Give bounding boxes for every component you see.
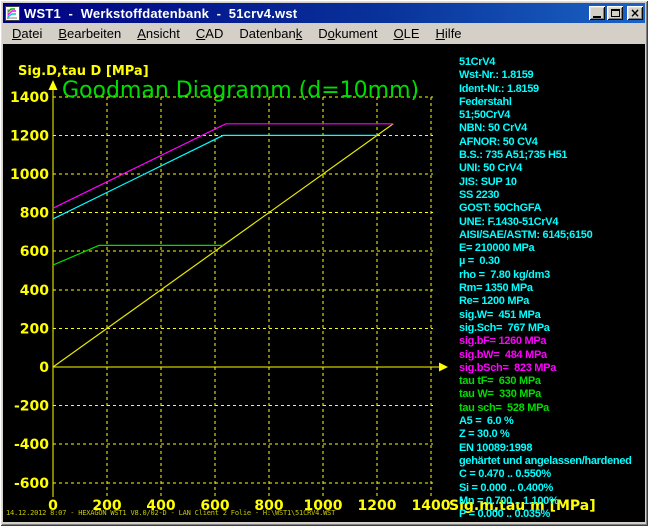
material-data-line: E= 210000 MPa <box>459 242 632 255</box>
series-sig-bending-limit <box>53 124 393 208</box>
material-data-line: sig.Sch= 767 MPa <box>459 322 632 335</box>
material-data-line: sig.bW= 484 MPa <box>459 349 632 362</box>
window-title: WST1 - Werkstoffdatenbank - 51crv4.wst <box>24 6 587 21</box>
material-data-line: GOST: 50ChGFA <box>459 202 632 215</box>
material-data-line: A5 = 6.0 % <box>459 415 632 428</box>
chart-title: Goodman Diagramm (d=10mm) <box>62 78 419 103</box>
material-data-line: tau W= 330 MPa <box>459 388 632 401</box>
title-bar[interactable]: WST1 - Werkstoffdatenbank - 51crv4.wst × <box>3 3 645 23</box>
material-data-line: NBN: 50 CrV4 <box>459 122 632 135</box>
chart-client-area: 0200400600800100012001400-600-400-200020… <box>3 44 645 522</box>
material-data-line: Federstahl <box>459 96 632 109</box>
close-icon: × <box>630 7 640 19</box>
y-tick-label: 1000 <box>10 167 49 183</box>
x-tick-label: 1200 <box>358 498 397 514</box>
menu-item-cad[interactable]: CAD <box>188 24 231 43</box>
y-tick-label: 0 <box>39 360 49 376</box>
menu-item-hilfe[interactable]: Hilfe <box>428 24 470 43</box>
y-axis-arrow-icon <box>49 80 58 90</box>
y-tick-label: -400 <box>14 437 49 453</box>
menu-bar: DateiBearbeitenAnsichtCADDatenbankDokume… <box>3 23 645 44</box>
y-tick-label: -200 <box>14 399 49 415</box>
menu-item-bearbeiten[interactable]: Bearbeiten <box>50 24 129 43</box>
material-data-line: sig.bF= 1260 MPa <box>459 335 632 348</box>
menu-item-datei[interactable]: Datei <box>4 24 50 43</box>
material-data-line: JIS: SUP 10 <box>459 176 632 189</box>
maximize-icon <box>611 9 620 17</box>
material-data-line: sig.W= 451 MPa <box>459 309 632 322</box>
material-data-panel: 51CrV4Wst-Nr.: 1.8159Ident-Nr.: 1.8159Fe… <box>459 56 632 521</box>
app-icon[interactable] <box>5 6 20 21</box>
material-data-line: gehärtet und angelassen/hardened <box>459 455 632 468</box>
material-data-line: UNI: 50 CrV4 <box>459 162 632 175</box>
menu-item-ole[interactable]: OLE <box>386 24 428 43</box>
y-tick-label: -600 <box>14 476 49 492</box>
material-data-line: Ident-Nr.: 1.8159 <box>459 83 632 96</box>
material-data-line: AFNOR: 50 CV4 <box>459 136 632 149</box>
material-data-line: µ = 0.30 <box>459 255 632 268</box>
menu-item-datenbank[interactable]: Datenbank <box>231 24 310 43</box>
y-tick-label: 1400 <box>10 90 49 106</box>
material-data-line: C = 0.470 .. 0.550% <box>459 468 632 481</box>
y-axis-label: Sig.D,tau D [MPa] <box>18 64 149 79</box>
menu-item-dokument[interactable]: Dokument <box>310 24 385 43</box>
material-data-line: EN 10089:1998 <box>459 442 632 455</box>
material-data-line: rho = 7.80 kg/dm3 <box>459 269 632 282</box>
minimize-button[interactable] <box>589 6 605 20</box>
minimize-icon <box>593 16 601 18</box>
material-data-line: sig.bSch= 823 MPa <box>459 362 632 375</box>
material-data-line: AISI/SAE/ASTM: 6145;6150 <box>459 229 632 242</box>
material-data-line: Re= 1200 MPa <box>459 295 632 308</box>
x-axis-arrow-icon <box>439 363 448 372</box>
maximize-button[interactable] <box>607 6 623 20</box>
x-tick-label: 1400 <box>412 498 451 514</box>
status-line: 14.12.2012 8:07 - HEXAGON WST1 V8.0/02-D… <box>6 509 335 517</box>
material-data-line: tau sch= 528 MPa <box>459 402 632 415</box>
material-data-line: 51CrV4 <box>459 56 632 69</box>
material-data-line: Rm= 1350 MPa <box>459 282 632 295</box>
material-data-line: SS 2230 <box>459 189 632 202</box>
menu-item-ansicht[interactable]: Ansicht <box>129 24 188 43</box>
app-window: WST1 - Werkstoffdatenbank - 51crv4.wst ×… <box>0 0 648 526</box>
material-data-line: Z = 30.0 % <box>459 428 632 441</box>
material-data-line: Wst-Nr.: 1.8159 <box>459 69 632 82</box>
material-data-line: tau tF= 630 MPa <box>459 375 632 388</box>
y-tick-label: 400 <box>20 283 49 299</box>
material-data-line: B.S.: 735 A51;735 H51 <box>459 149 632 162</box>
series-tau-torsion-limit <box>53 245 223 265</box>
material-data-line: Mn = 0.700 .. 1.100% <box>459 495 632 508</box>
close-button[interactable]: × <box>627 6 643 20</box>
y-tick-label: 800 <box>20 206 49 222</box>
y-tick-label: 200 <box>20 321 49 337</box>
material-data-line: P = 0.000 .. 0.035% <box>459 508 632 521</box>
material-data-line: 51;50CrV4 <box>459 109 632 122</box>
y-tick-label: 600 <box>20 244 49 260</box>
y-tick-label: 1200 <box>10 128 49 144</box>
material-data-line: UNE: F.1430-51CrV4 <box>459 216 632 229</box>
material-data-line: Si = 0.000 .. 0.400% <box>459 482 632 495</box>
